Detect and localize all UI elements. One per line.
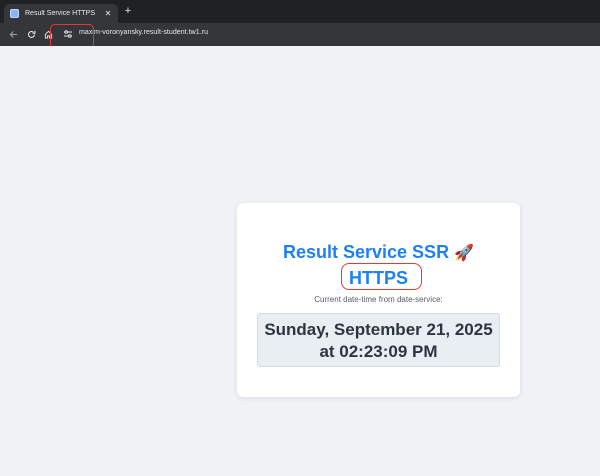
date-caption: Current date-time from date-service: (314, 295, 443, 304)
new-tab-button[interactable]: + (122, 5, 134, 17)
date-line: Sunday, September 21, 2025 (264, 320, 493, 339)
time-line: at 02:23:09 PM (319, 342, 438, 361)
page-icon (10, 9, 19, 18)
result-card: Result Service SSR 🚀 HTTPS Current date-… (237, 203, 520, 397)
browser-tab-strip: Result Service HTTPS ✕ + (0, 0, 600, 23)
tab-title: Result Service HTTPS (25, 10, 96, 17)
annotation-highlight-https (341, 263, 422, 290)
browser-tab[interactable]: Result Service HTTPS ✕ (4, 4, 118, 23)
page-title: Result Service SSR 🚀 (237, 241, 520, 264)
title-text: Result Service SSR (282, 242, 450, 262)
reload-icon[interactable] (25, 28, 37, 40)
rocket-icon: 🚀 (454, 243, 474, 262)
address-bar[interactable]: maxim-voronyansky.result-student.tw1.ru (79, 29, 208, 36)
close-icon[interactable]: ✕ (103, 9, 113, 18)
back-arrow-icon[interactable] (7, 28, 19, 40)
datetime-display: Sunday, September 21, 2025 at 02:23:09 P… (257, 313, 500, 367)
